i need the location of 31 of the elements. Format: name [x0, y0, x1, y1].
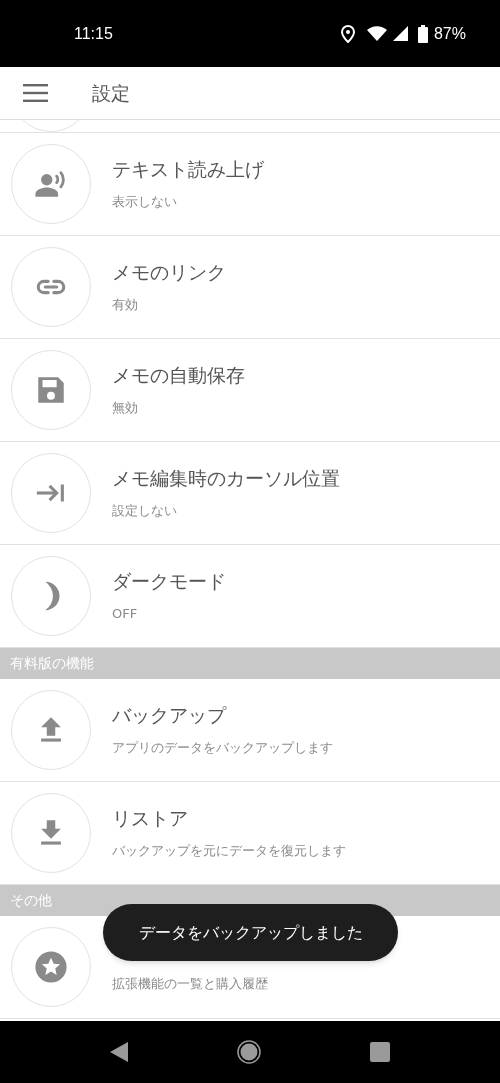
location-icon [340, 24, 355, 43]
menu-icon [22, 84, 48, 102]
item-subtitle: アプリのデータをバックアップします [112, 739, 333, 756]
settings-item[interactable]: バックアップ アプリのデータをバックアップします [0, 679, 500, 782]
item-title: メモ編集時のカーソル位置 [112, 467, 340, 491]
signal-icon [392, 26, 408, 41]
item-subtitle: 拡張機能の一覧と購入履歴 [112, 976, 268, 993]
item-subtitle: 有効 [112, 296, 139, 313]
settings-item[interactable]: メモ編集時のカーソル位置 設定しない [0, 442, 500, 545]
item-title: ダークモード [112, 570, 226, 594]
clock: 11:15 [74, 23, 113, 44]
item-title: メモの自動保存 [112, 364, 245, 388]
screen-title: 設定 [92, 80, 130, 106]
wifi-icon [366, 26, 387, 41]
battery-percentage: 87% [433, 23, 466, 44]
item-title: リストア [112, 807, 189, 831]
item-subtitle: 無効 [112, 399, 139, 416]
item-subtitle: 設定しない [112, 502, 178, 519]
back-icon[interactable] [110, 1042, 128, 1062]
settings-item[interactable]: メモのリンク 有効 [0, 236, 500, 339]
item-title: テキスト読み上げ [112, 158, 264, 182]
toast-message: データをバックアップしました [138, 921, 363, 944]
battery-icon [417, 24, 428, 43]
item-title: メモのリンク [112, 261, 226, 285]
home-icon[interactable] [237, 1040, 261, 1064]
settings-item[interactable]: テキスト読み上げ 表示しない [0, 133, 500, 236]
item-subtitle: OFF [112, 605, 139, 622]
settings-item[interactable]: メモの自動保存 無効 [0, 339, 500, 442]
item-subtitle: バックアップを元にデータを復元します [112, 842, 346, 859]
item-title: バックアップ [112, 704, 228, 728]
item-subtitle: 表示しない [112, 193, 178, 210]
